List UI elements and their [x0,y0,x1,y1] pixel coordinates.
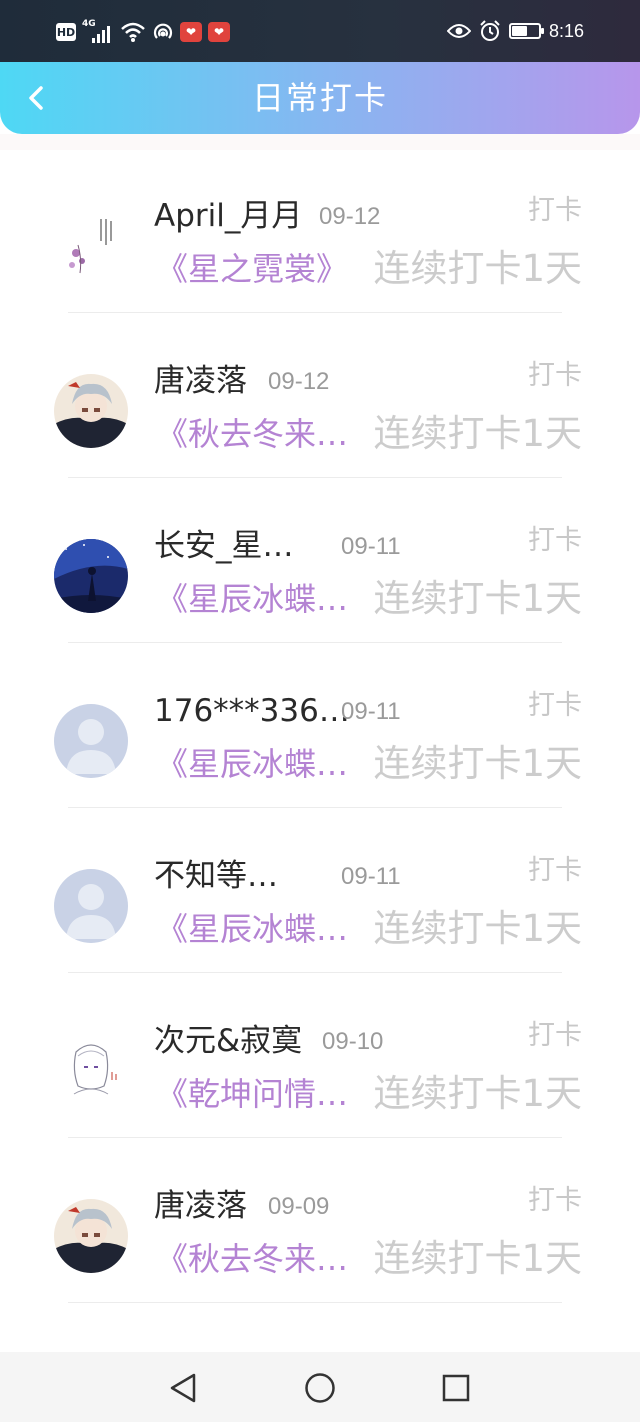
signal-icon: 4G [82,19,114,43]
list-item[interactable]: 唐凌落 09-12 打卡 《秋去冬来… 连续打卡1天 [0,315,640,480]
list-item[interactable]: 176***336… 09-11 打卡 《星辰冰蝶… 连续打卡1天 [0,645,640,810]
list-item[interactable]: 不知等… 09-11 打卡 《星辰冰蝶… 连续打卡1天 [0,810,640,975]
eye-icon [446,24,471,38]
divider [68,972,562,973]
date: 09-11 [341,698,401,725]
battery-icon [508,23,544,39]
checkin-type: 打卡 [528,690,582,721]
page-title: 日常打卡 [251,79,388,117]
date: 09-12 [268,368,330,395]
list-item[interactable]: 唐凌落 09-09 打卡 《秋去冬来… 连续打卡1天 [0,1140,640,1305]
default-avatar-icon[interactable] [54,704,128,778]
book-title[interactable]: 《乾坤问情… [156,1072,348,1116]
status-bar: HD 4G ❤ ❤ 8:16 [0,0,640,62]
date: 09-11 [341,863,401,890]
checkin-list: April_月月 09-12 打卡 《星之霓裳》 连续打卡1天 唐凌落 09-1… [0,150,640,1305]
divider [68,477,562,478]
book-title[interactable]: 《星辰冰蝶… [156,742,348,786]
anime-avatar[interactable] [54,374,128,448]
divider [68,312,562,313]
artwork-avatar[interactable] [54,209,128,283]
divider [68,1137,562,1138]
anime-avatar[interactable] [54,1199,128,1273]
wifi-icon [121,22,145,42]
checkin-type: 打卡 [528,525,582,556]
username: 176***336… [154,693,350,729]
streak-text: 连续打卡1天 [373,907,582,950]
checkin-type: 打卡 [528,360,582,391]
username: 不知等… [154,858,278,894]
home-circle-icon [305,1373,335,1403]
date: 09-10 [322,1028,384,1055]
book-title[interactable]: 《星辰冰蝶… [156,577,348,621]
status-right-icons: 8:16 [446,18,584,44]
username: April_月月 [154,198,303,234]
date: 09-09 [268,1193,330,1220]
hotspot-icon [153,23,173,39]
username: 唐凌落 [154,363,247,399]
list-item[interactable]: April_月月 09-12 打卡 《星之霓裳》 连续打卡1天 [0,150,640,315]
system-nav-bar [0,1352,640,1422]
list-item[interactable]: 次元&寂寞 09-10 打卡 《乾坤问情… 连续打卡1天 [0,975,640,1140]
back-button[interactable] [16,78,56,118]
recents-square-icon [442,1374,470,1402]
nav-back-button[interactable] [163,1368,203,1408]
book-title[interactable]: 《秋去冬来… [156,412,348,456]
date: 09-11 [341,533,401,560]
header-spacer [0,134,640,150]
app-notification-icon: ❤ [208,22,230,42]
battery-fill [511,26,528,36]
nav-recents-button[interactable] [436,1368,476,1408]
checkin-type: 打卡 [528,1020,582,1051]
app-header: 日常打卡 [0,62,640,134]
list-item[interactable]: 长安_星… 09-11 打卡 《星辰冰蝶… 连续打卡1天 [0,480,640,645]
streak-text: 连续打卡1天 [373,742,582,785]
username: 长安_星… [154,528,294,564]
checkin-type: 打卡 [528,195,582,226]
back-triangle-icon [170,1373,196,1403]
app-notification-icon: ❤ [180,22,202,42]
chevron-left-icon [29,86,43,110]
status-time: 8:16 [548,20,584,41]
username: 唐凌落 [154,1188,247,1224]
streak-text: 连续打卡1天 [373,247,582,290]
default-avatar-icon[interactable] [54,869,128,943]
alarm-icon [480,20,500,41]
sketch-avatar[interactable] [54,1034,128,1108]
divider [68,807,562,808]
divider [68,642,562,643]
night-sky-avatar[interactable] [54,539,128,613]
streak-text: 连续打卡1天 [373,1072,582,1115]
date: 09-12 [319,203,381,230]
book-title[interactable]: 《星辰冰蝶… [156,907,348,951]
book-title[interactable]: 《星之霓裳》 [156,247,348,291]
checkin-type: 打卡 [528,1185,582,1216]
status-left-icons: HD 4G ❤ ❤ [56,19,230,44]
hd-icon: HD [56,23,76,41]
streak-text: 连续打卡1天 [373,1237,582,1280]
nav-home-button[interactable] [300,1368,340,1408]
streak-text: 连续打卡1天 [373,412,582,455]
username: 次元&寂寞 [154,1023,303,1059]
checkin-type: 打卡 [528,855,582,886]
streak-text: 连续打卡1天 [373,577,582,620]
book-title[interactable]: 《秋去冬来… [156,1237,348,1281]
divider [68,1302,562,1303]
